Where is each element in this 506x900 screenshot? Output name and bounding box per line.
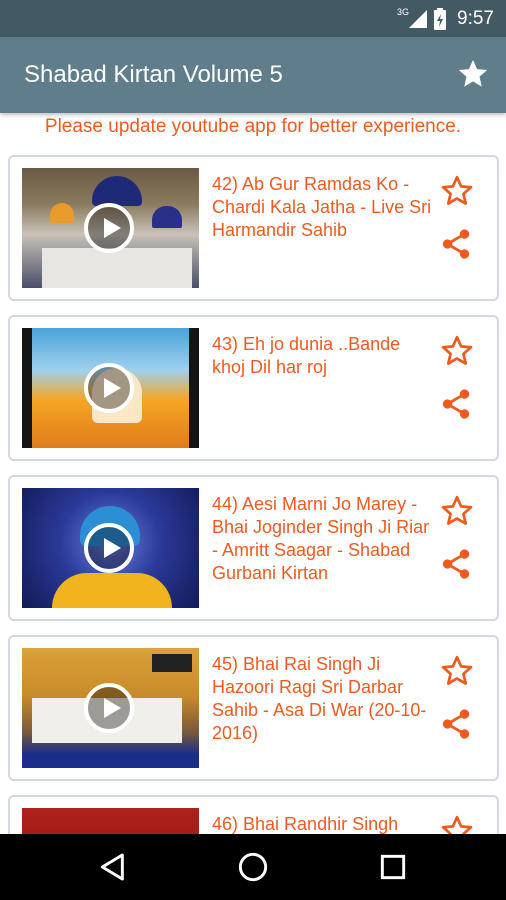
status-icons: 3G 9:57 (397, 0, 494, 37)
share-icon[interactable] (439, 387, 473, 421)
video-title[interactable]: 44) Aesi Marni Jo Marey - Bhai Joginder … (212, 493, 434, 585)
status-time: 9:57 (457, 7, 494, 29)
video-thumbnail[interactable] (22, 808, 199, 834)
star-icon[interactable] (456, 57, 490, 91)
video-card[interactable]: 42) Ab Gur Ramdas Ko - Chardi Kala Jatha… (8, 155, 499, 301)
page-title: Shabad Kirtan Volume 5 (24, 61, 283, 88)
recents-icon[interactable] (377, 851, 409, 883)
video-title[interactable]: 43) Eh jo dunia ..Bande khoj Dil har roj (212, 333, 434, 379)
video-title[interactable]: 46) Bhai Randhir Singh (212, 813, 434, 834)
update-notice: Please update youtube app for better exp… (44, 116, 462, 137)
video-card[interactable]: 44) Aesi Marni Jo Marey - Bhai Joginder … (8, 475, 499, 621)
app-bar: Shabad Kirtan Volume 5 (0, 37, 506, 113)
video-thumbnail[interactable] (22, 168, 199, 288)
favorite-star-icon[interactable] (439, 813, 475, 834)
video-title[interactable]: 45) Bhai Rai Singh Ji Hazoori Ragi Sri D… (212, 653, 434, 745)
video-thumbnail[interactable] (22, 648, 199, 768)
status-bar: 3G 9:57 (0, 0, 506, 37)
battery-icon (434, 7, 447, 30)
share-icon[interactable] (439, 707, 473, 741)
video-thumbnail[interactable] (22, 328, 199, 448)
favorite-star-icon[interactable] (439, 653, 475, 689)
video-title[interactable]: 42) Ab Gur Ramdas Ko - Chardi Kala Jatha… (212, 173, 434, 242)
play-icon (84, 203, 134, 253)
video-thumbnail[interactable] (22, 488, 199, 608)
favorite-star-icon[interactable] (439, 493, 475, 529)
play-icon (84, 363, 134, 413)
play-icon (84, 683, 134, 733)
video-list: 42) Ab Gur Ramdas Ko - Chardi Kala Jatha… (0, 155, 506, 834)
home-icon[interactable] (237, 851, 269, 883)
video-card[interactable]: 46) Bhai Randhir Singh (8, 795, 499, 834)
signal-icon (409, 9, 428, 28)
favorite-star-icon[interactable] (439, 333, 475, 369)
play-icon (84, 523, 134, 573)
video-card[interactable]: 45) Bhai Rai Singh Ji Hazoori Ragi Sri D… (8, 635, 499, 781)
favorite-star-icon[interactable] (439, 173, 475, 209)
share-icon[interactable] (439, 227, 473, 261)
share-icon[interactable] (439, 547, 473, 581)
back-icon[interactable] (97, 851, 129, 883)
navigation-bar (0, 834, 506, 900)
video-card[interactable]: 43) Eh jo dunia ..Bande khoj Dil har roj (8, 315, 499, 461)
network-type-label: 3G (397, 6, 410, 17)
